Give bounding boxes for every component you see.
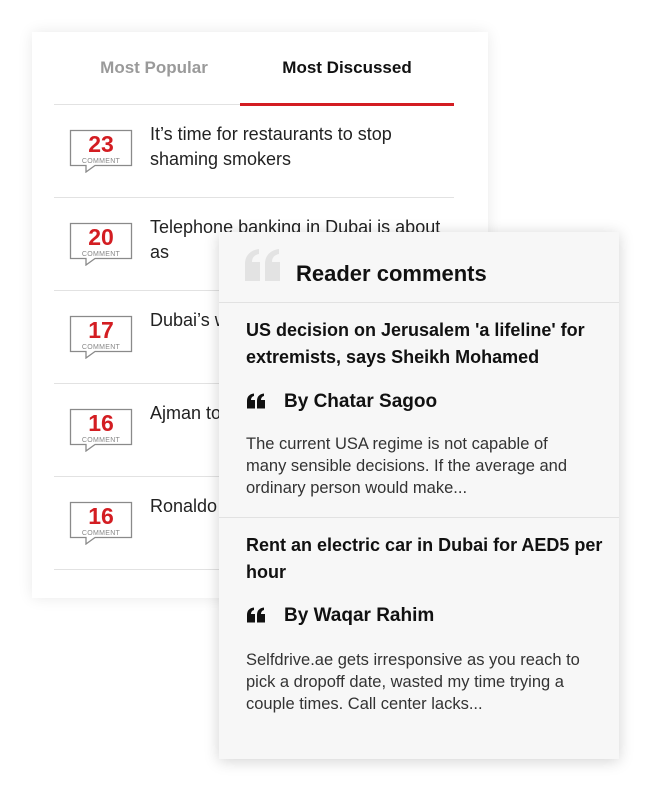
comment-count-badge: 23 COMMENT xyxy=(69,129,133,173)
article-title[interactable]: It’s time for restaurants to stop shamin… xyxy=(150,122,450,172)
comment-count: 17 xyxy=(88,317,114,343)
comment-count: 16 xyxy=(88,410,114,436)
comment-label: COMMENT xyxy=(81,344,121,351)
quote-icon xyxy=(247,607,265,623)
comment-label: COMMENT xyxy=(81,251,121,258)
reader-comments-header: Reader comments xyxy=(219,232,619,303)
comment-author: By Chatar Sagoo xyxy=(284,391,438,412)
comment-excerpt: The current USA regime is not capable of… xyxy=(246,435,568,497)
comment-count-badge: 17 COMMENT xyxy=(69,315,133,359)
comment-label: COMMENT xyxy=(81,530,121,537)
comment-article-link[interactable]: Rent an electric car in Dubai for AED5 p… xyxy=(246,532,606,586)
tab-most-discussed[interactable]: Most Discussed xyxy=(240,32,454,106)
comment-article-link[interactable]: US decision on Jerusalem 'a lifeline' fo… xyxy=(246,317,606,371)
quote-icon xyxy=(245,249,280,281)
tab-most-popular[interactable]: Most Popular xyxy=(54,32,254,104)
comment-count: 16 xyxy=(88,503,114,529)
comment-count: 23 xyxy=(88,131,114,157)
quote-icon xyxy=(247,393,265,409)
comment-author-row: By Chatar Sagoo xyxy=(246,389,606,415)
comment-author-row: By Waqar Rahim xyxy=(246,603,606,629)
comment-excerpt: Selfdrive.ae gets irresponsive as you re… xyxy=(246,651,580,713)
comment-count-badge: 20 COMMENT xyxy=(69,222,133,266)
reader-comments-title: Reader comments xyxy=(296,261,487,286)
comment-card[interactable]: US decision on Jerusalem 'a lifeline' fo… xyxy=(219,303,619,518)
comment-label: COMMENT xyxy=(81,437,121,444)
page: Most Popular Most Discussed 23 COMMENT I… xyxy=(0,0,654,800)
comment-label: COMMENT xyxy=(81,158,121,165)
comment-card[interactable]: Rent an electric car in Dubai for AED5 p… xyxy=(219,518,619,759)
comment-author: By Waqar Rahim xyxy=(284,605,435,626)
comment-count-badge: 16 COMMENT xyxy=(69,408,133,452)
comment-count: 20 xyxy=(88,224,114,250)
reader-comments-widget: Reader comments US decision on Jerusalem… xyxy=(219,232,619,759)
tab-bar: Most Popular Most Discussed xyxy=(54,32,454,106)
comment-count-badge: 16 COMMENT xyxy=(69,501,133,545)
list-item[interactable]: 23 COMMENT It’s time for restaurants to … xyxy=(54,105,454,198)
